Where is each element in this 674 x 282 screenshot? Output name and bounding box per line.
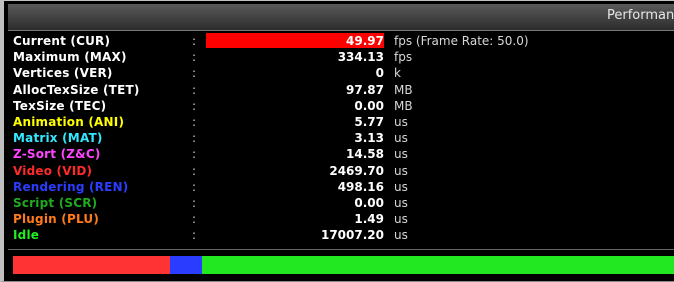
stat-row: Idle: 17007.20 us (8, 227, 674, 243)
stat-row: Rendering (REN): 498.16 us (8, 179, 674, 195)
stat-value: 0.00 (354, 196, 384, 210)
stat-label: TexSize (TEC) (13, 98, 107, 113)
stat-label: Matrix (MAT) (13, 131, 103, 146)
stat-label: Script (SCR) (13, 196, 98, 210)
usage-bar-area (8, 253, 674, 277)
stat-row: Matrix (MAT): 3.13 us (8, 130, 674, 146)
stat-row: Maximum (MAX): 334.13 fps (8, 49, 674, 65)
stat-unit: us (394, 212, 408, 227)
separator: : (192, 228, 197, 243)
stat-row: Video (VID): 2469.70 us (8, 163, 674, 179)
usage-segment-idle (201, 256, 674, 274)
stat-value: 17007.20 (320, 228, 384, 243)
stat-label: Plugin (PLU) (13, 212, 100, 227)
stat-row: Animation (ANI): 5.77 us (8, 114, 674, 130)
separator: : (192, 179, 197, 194)
stat-value: 14.58 (346, 147, 384, 162)
stat-label: Z-Sort (Z&C) (13, 147, 101, 162)
stat-unit: us (394, 115, 408, 129)
performance-panel: Performance Current (CUR): 49.97 fps (Fram… (0, 0, 674, 282)
stat-value: 498.16 (337, 179, 384, 194)
separator: : (192, 82, 197, 97)
stat-value: 49.97 (346, 34, 384, 48)
stat-label: Maximum (MAX) (13, 50, 127, 65)
stat-unit: us (394, 196, 408, 210)
stat-row: AllocTexSize (TET): 97.87 MB (8, 82, 674, 98)
stat-label: Rendering (REN) (13, 179, 129, 194)
stat-row: Z-Sort (Z&C): 14.58 us (8, 146, 674, 162)
stat-value: 3.13 (354, 131, 384, 146)
separator: : (192, 131, 197, 146)
window-title: Performance (607, 8, 674, 23)
separator: : (192, 34, 197, 48)
stat-value: 2469.70 (329, 163, 384, 178)
separator: : (192, 196, 197, 210)
usage-segment-rendering (170, 256, 202, 274)
stat-value: 334.13 (337, 50, 384, 65)
stats-list: Current (CUR): 49.97 fps (Frame Rate: 50.0… (8, 31, 674, 250)
stat-row: Script (SCR): 0.00 us (8, 195, 674, 211)
stat-value: 97.87 (346, 82, 384, 97)
stat-label: Idle (13, 228, 40, 243)
stat-label: Vertices (VER) (13, 66, 113, 81)
separator: : (192, 50, 197, 65)
usage-segment-video (13, 256, 171, 274)
stat-label: Current (CUR) (13, 34, 111, 48)
stat-unit: MB (394, 82, 413, 97)
stat-label: Video (VID) (13, 163, 93, 178)
stat-row: Current (CUR): 49.97 fps (Frame Rate: 50.0… (8, 33, 674, 49)
stat-label: Animation (ANI) (13, 115, 125, 129)
stat-unit: k (394, 66, 401, 81)
stat-unit: fps (Frame Rate: 50.0) (394, 34, 529, 48)
stat-row: Plugin (PLU): 1.49 us (8, 211, 674, 227)
separator: : (192, 147, 197, 162)
stat-unit: us (394, 228, 408, 243)
separator: : (192, 98, 197, 113)
stat-row: Vertices (VER): 0 k (8, 65, 674, 81)
stat-value: 0 (375, 66, 384, 81)
title-bar: Performance (8, 4, 674, 31)
separator: : (192, 212, 197, 227)
stat-value: 5.77 (354, 115, 384, 129)
separator: : (192, 115, 197, 129)
stat-unit: us (394, 179, 408, 194)
separator: : (192, 163, 197, 178)
stat-label: AllocTexSize (TET) (13, 82, 140, 97)
stat-unit: MB (394, 98, 413, 113)
stat-value: 1.49 (354, 212, 384, 227)
usage-bar (13, 256, 674, 274)
stat-unit: us (394, 163, 408, 178)
separator: : (192, 66, 197, 81)
stat-value: 0.00 (354, 98, 384, 113)
stat-unit: us (394, 147, 408, 162)
stat-unit: fps (394, 50, 413, 65)
stat-unit: us (394, 131, 408, 146)
stat-row: TexSize (TEC): 0.00 MB (8, 98, 674, 114)
